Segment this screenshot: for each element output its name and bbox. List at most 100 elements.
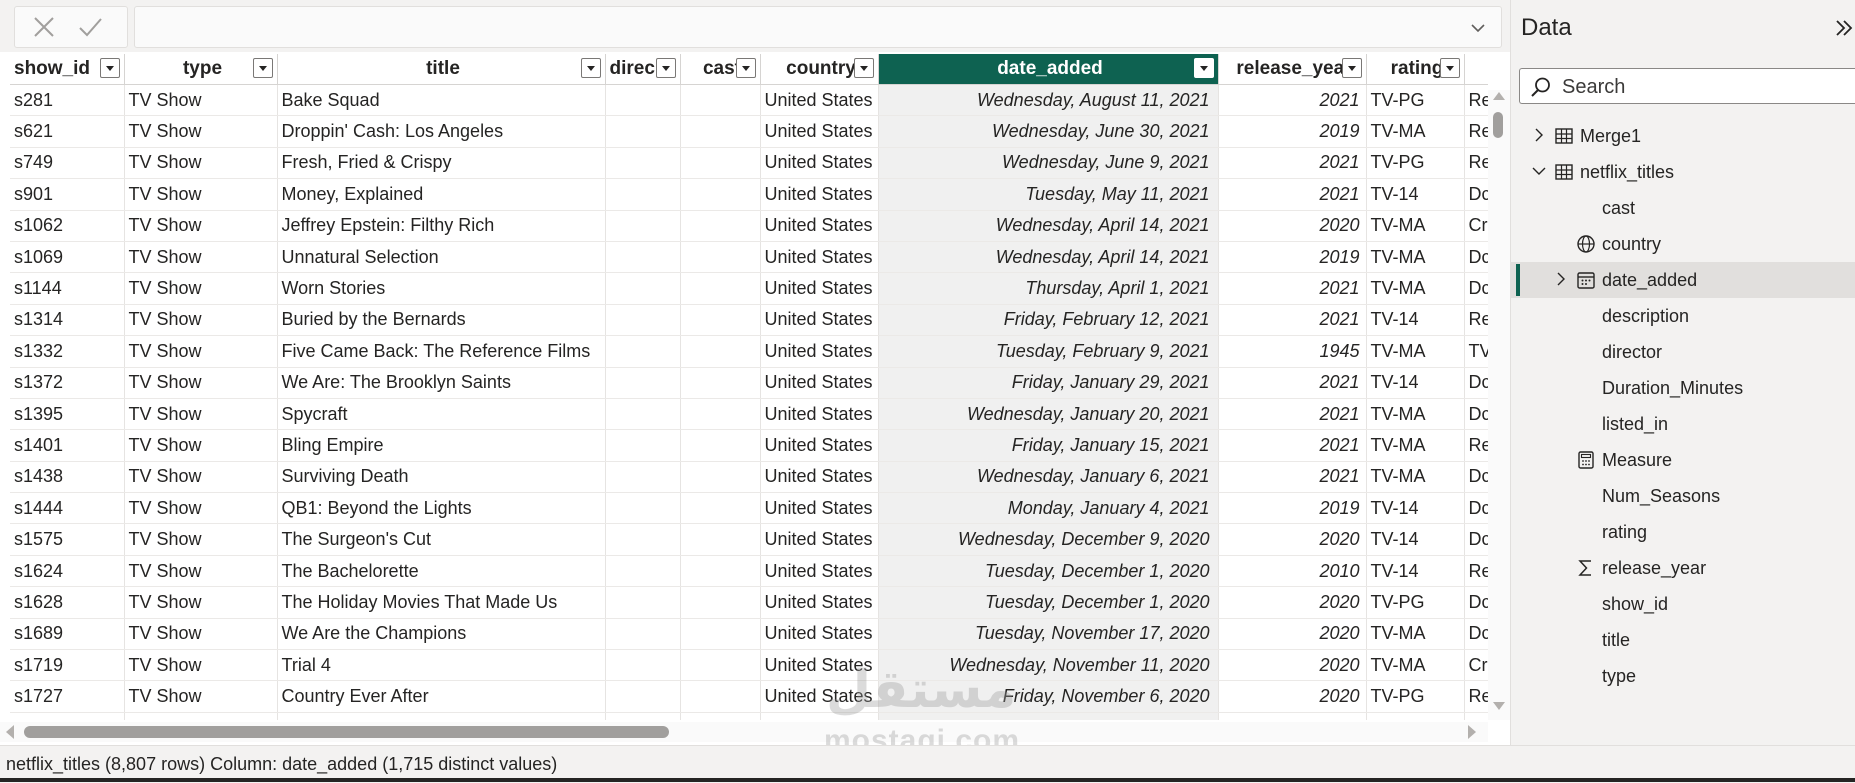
table-cell-date_added[interactable]: Tuesday, December 1, 2020 xyxy=(878,555,1219,588)
table-cell-rating[interactable]: TV-MA xyxy=(1366,618,1465,651)
column-header-show_id[interactable]: show_id xyxy=(10,54,125,85)
field-item-measure[interactable]: Measure xyxy=(1511,442,1855,478)
table-cell-type[interactable]: TV Show xyxy=(124,210,278,242)
table-cell-rating[interactable]: TV-MA xyxy=(1366,335,1465,368)
table-cell-cast[interactable] xyxy=(680,429,761,462)
commit-formula-button[interactable] xyxy=(73,11,107,43)
table-row[interactable]: s1314 TV Show Buried by the Bernards United… xyxy=(10,304,1488,337)
table-cell-country[interactable]: United States xyxy=(760,555,879,588)
table-cell-country[interactable]: United States xyxy=(760,367,879,399)
table-cell-cast[interactable] xyxy=(680,241,761,274)
table-cell-extra[interactable]: Re xyxy=(1464,680,1488,713)
table-cell-date_added[interactable]: Wednesday, January 20, 2021 xyxy=(878,398,1219,431)
table-cell-show_id[interactable]: s1438 xyxy=(10,461,125,494)
table-cell-title[interactable]: Bake Squad xyxy=(277,84,606,117)
table-cell-title[interactable]: We Are the Champions xyxy=(277,618,606,651)
table-cell-cast[interactable] xyxy=(680,115,761,148)
table-cell-release_year[interactable]: 2020 xyxy=(1218,210,1367,242)
table-cell-direc[interactable] xyxy=(605,272,681,305)
column-filter-dropdown-icon[interactable] xyxy=(853,58,874,78)
horizontal-scroll-thumb[interactable] xyxy=(24,726,669,738)
table-cell-direc[interactable] xyxy=(605,555,681,588)
table-cell-country[interactable]: United States xyxy=(760,712,879,720)
table-cell-date_added[interactable]: Friday, January 29, 2021 xyxy=(878,367,1219,399)
table-cell-show_id[interactable]: s1395 xyxy=(10,398,125,431)
table-cell-country[interactable]: United States xyxy=(760,618,879,651)
table-cell-type[interactable]: TV Show xyxy=(124,84,278,117)
column-filter-dropdown-icon[interactable] xyxy=(252,58,273,78)
table-cell-date_added[interactable]: Monday, January 4, 2021 xyxy=(878,492,1219,525)
table-cell-release_year[interactable]: 2021 xyxy=(1218,84,1367,117)
table-cell-rating[interactable]: TV-14 xyxy=(1366,304,1465,337)
table-cell-direc[interactable] xyxy=(605,649,681,682)
table-cell-show_id[interactable]: s1624 xyxy=(10,555,125,588)
table-cell-rating[interactable]: TV-MA xyxy=(1366,115,1465,148)
table-cell-type[interactable]: TV Show xyxy=(124,492,278,525)
cancel-formula-button[interactable] xyxy=(27,11,61,43)
column-filter-dropdown-icon[interactable] xyxy=(580,58,601,78)
table-cell-direc[interactable] xyxy=(605,335,681,368)
table-cell-title[interactable]: QB1: Beyond the Lights xyxy=(277,492,606,525)
table-row[interactable]: s1062 TV Show Jeffrey Epstein: Filthy Rich… xyxy=(10,210,1488,242)
table-cell-date_added[interactable]: Wednesday, November 11, 2020 xyxy=(878,649,1219,682)
chevron-down-icon[interactable] xyxy=(1469,19,1487,37)
table-cell-cast[interactable] xyxy=(680,210,761,242)
table-cell-release_year[interactable]: 2019 xyxy=(1218,712,1367,720)
table-cell-show_id[interactable]: s1372 xyxy=(10,367,125,399)
table-cell-extra[interactable]: Re xyxy=(1464,147,1488,180)
table-cell-title[interactable]: Jeffrey Epstein: Filthy Rich xyxy=(277,210,606,242)
table-cell-date_added[interactable]: Tuesday, May 11, 2021 xyxy=(878,178,1219,211)
table-cell-country[interactable]: United States xyxy=(760,429,879,462)
table-row[interactable]: s749 TV Show Fresh, Fried & Crispy United S… xyxy=(10,147,1488,180)
table-row[interactable]: s281 TV Show Bake Squad United States Wednes… xyxy=(10,84,1488,117)
table-cell-country[interactable]: United States xyxy=(760,178,879,211)
table-cell-direc[interactable] xyxy=(605,429,681,462)
table-cell-show_id[interactable]: s1689 xyxy=(10,618,125,651)
table-cell-release_year[interactable]: 2020 xyxy=(1218,649,1367,682)
field-item-rating[interactable]: rating xyxy=(1511,514,1855,550)
column-header-extra[interactable] xyxy=(1464,54,1488,85)
table-cell-type[interactable]: TV Show xyxy=(124,241,278,274)
table-cell-date_added[interactable]: Friday, February 12, 2021 xyxy=(878,304,1219,337)
vertical-scroll-thumb[interactable] xyxy=(1493,112,1503,138)
table-cell-direc[interactable] xyxy=(605,178,681,211)
table-cell-direc[interactable] xyxy=(605,398,681,431)
field-item-release-year[interactable]: release_year xyxy=(1511,550,1855,586)
table-cell-show_id[interactable]: s1401 xyxy=(10,429,125,462)
table-cell-release_year[interactable]: 2021 xyxy=(1218,178,1367,211)
table-cell-extra[interactable]: Dc xyxy=(1464,461,1488,494)
table-cell-type[interactable]: TV Show xyxy=(124,115,278,148)
table-cell-show_id[interactable]: s1727 xyxy=(10,680,125,713)
table-cell-type[interactable]: TV Show xyxy=(124,523,278,556)
table-cell-direc[interactable] xyxy=(605,115,681,148)
table-row[interactable]: s1332 TV Show Five Came Back: The Referenc… xyxy=(10,335,1488,368)
table-cell-country[interactable]: United States xyxy=(760,272,879,305)
table-cell-show_id[interactable]: s1575 xyxy=(10,523,125,556)
table-cell-release_year[interactable]: 2019 xyxy=(1218,241,1367,274)
field-item-description[interactable]: description xyxy=(1511,298,1855,334)
table-row[interactable]: s1628 TV Show The Holiday Movies That Made… xyxy=(10,586,1488,619)
table-cell-rating[interactable]: TV-PG xyxy=(1366,147,1465,180)
table-cell-cast[interactable] xyxy=(680,367,761,399)
table-cell-extra[interactable]: Re xyxy=(1464,712,1488,720)
table-cell-cast[interactable] xyxy=(680,492,761,525)
column-filter-dropdown-icon[interactable] xyxy=(655,58,676,78)
table-row[interactable]: s621 TV Show Droppin' Cash: Los Angeles Uni… xyxy=(10,115,1488,148)
table-cell-release_year[interactable]: 1945 xyxy=(1218,335,1367,368)
table-cell-direc[interactable] xyxy=(605,618,681,651)
table-cell-cast[interactable] xyxy=(680,178,761,211)
table-cell-cast[interactable] xyxy=(680,398,761,431)
table-cell-title[interactable]: Surviving Death xyxy=(277,461,606,494)
table-cell-rating[interactable]: TV-MA xyxy=(1366,429,1465,462)
table-cell-extra[interactable]: Dc xyxy=(1464,178,1488,211)
table-cell-release_year[interactable]: 2021 xyxy=(1218,367,1367,399)
column-filter-dropdown-icon[interactable] xyxy=(1341,58,1362,78)
scroll-left-arrow-icon[interactable] xyxy=(6,725,14,739)
table-cell-cast[interactable] xyxy=(680,680,761,713)
table-row[interactable]: s1069 TV Show Unnatural Selection United St… xyxy=(10,241,1488,274)
table-cell-extra[interactable]: Dc xyxy=(1464,367,1488,399)
table-cell-country[interactable]: United States xyxy=(760,586,879,619)
table-row[interactable]: s1749TV Show60 Days In United StatesSunda… xyxy=(10,712,1488,720)
table-cell-show_id[interactable]: s1444 xyxy=(10,492,125,525)
table-cell-direc[interactable] xyxy=(605,84,681,117)
